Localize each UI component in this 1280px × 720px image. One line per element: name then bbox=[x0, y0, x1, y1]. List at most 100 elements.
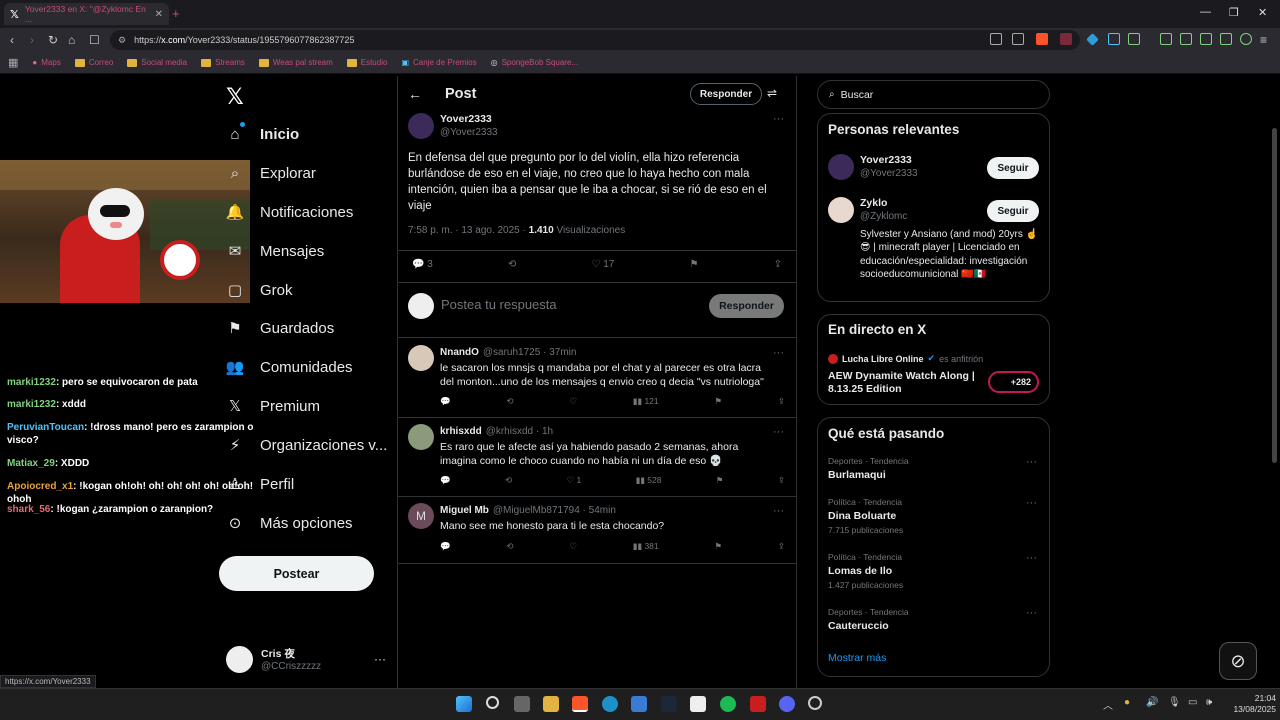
start-icon[interactable] bbox=[456, 696, 472, 712]
file-explorer-icon[interactable] bbox=[543, 696, 559, 712]
reply-action[interactable]: 💬 3 bbox=[412, 259, 433, 270]
extension-icon[interactable] bbox=[1128, 33, 1140, 45]
home-browser-icon[interactable]: ⌂ bbox=[68, 33, 75, 47]
menu-icon[interactable]: ≡ bbox=[1260, 33, 1267, 47]
views-icon[interactable]: ▮▮ 381 bbox=[633, 541, 659, 552]
back-arrow-icon[interactable]: ← bbox=[408, 86, 422, 102]
reply-author[interactable]: Miguel Mb bbox=[440, 505, 489, 516]
reply-author[interactable]: krhisxdd bbox=[440, 426, 482, 437]
bookmark-item[interactable]: Estudio bbox=[346, 58, 387, 67]
search-input[interactable]: ⌕ Buscar bbox=[817, 80, 1050, 109]
reply-icon[interactable]: 💬 bbox=[440, 396, 451, 407]
edge-icon[interactable] bbox=[602, 696, 618, 712]
brave-shields-icon[interactable] bbox=[1036, 33, 1048, 45]
bookmark-item[interactable]: Correo bbox=[74, 58, 113, 67]
minimize-icon[interactable]: — bbox=[1200, 6, 1211, 18]
app-icon[interactable] bbox=[750, 696, 766, 712]
reply-icon[interactable]: 💬 bbox=[440, 475, 451, 486]
steam-icon[interactable] bbox=[661, 696, 677, 712]
reload-icon[interactable]: ↻ bbox=[48, 33, 58, 47]
author-avatar[interactable] bbox=[408, 113, 434, 139]
browser-tab[interactable]: 𝕏 Yover2333 en X: "@Zyklomc En ... ✕ bbox=[4, 3, 169, 25]
avatar[interactable] bbox=[828, 197, 854, 223]
sidebar-icon[interactable] bbox=[1180, 33, 1192, 45]
maximize-icon[interactable]: ❐ bbox=[1229, 6, 1239, 19]
new-tab-icon[interactable]: + bbox=[172, 6, 180, 21]
live-event[interactable]: AEW Dynamite Watch Along | 8.13.25 Editi… bbox=[828, 370, 978, 396]
like-icon[interactable]: ♡ bbox=[569, 541, 577, 552]
store-icon[interactable] bbox=[690, 696, 706, 712]
like-action[interactable]: ♡ 17 bbox=[591, 259, 614, 270]
bookmark-item[interactable]: ◎ SpongeBob Square... bbox=[491, 58, 579, 67]
clock[interactable]: 21:04 13/08/2025 bbox=[1222, 693, 1276, 715]
reply-avatar[interactable]: M bbox=[408, 503, 434, 529]
bookmark-icon[interactable]: ⚑ bbox=[714, 541, 722, 552]
discord-icon[interactable] bbox=[779, 696, 795, 712]
vpn-icon[interactable] bbox=[1240, 33, 1252, 45]
repost-icon[interactable]: ⟲ bbox=[506, 541, 513, 552]
back-icon[interactable]: ‹ bbox=[10, 33, 14, 47]
trend-name[interactable]: Dina Boluarte bbox=[828, 510, 896, 522]
forward-icon[interactable]: › bbox=[30, 33, 34, 47]
views-icon[interactable]: ▮▮ 121 bbox=[633, 396, 659, 407]
reply-more-icon[interactable]: ··· bbox=[773, 347, 784, 359]
repost-icon[interactable]: ⟲ bbox=[506, 396, 513, 407]
author-handle[interactable]: @Yover2333 bbox=[440, 127, 498, 138]
like-icon[interactable]: ♡ bbox=[569, 396, 577, 407]
share-icon[interactable]: ⇪ bbox=[774, 259, 782, 270]
extension-icon[interactable] bbox=[1108, 33, 1120, 45]
reply-author[interactable]: NnandO bbox=[440, 347, 479, 358]
nav-item-m-s-opciones[interactable]: ⊙ Más opciones bbox=[226, 511, 353, 535]
nav-item-grok[interactable]: ▢ Grok bbox=[226, 278, 293, 302]
cast-icon[interactable] bbox=[990, 33, 1002, 45]
share-icon[interactable] bbox=[1012, 33, 1024, 45]
bookmark-item[interactable]: ▣ Canje de Premios bbox=[401, 58, 476, 67]
nav-item-premium[interactable]: 𝕏 Premium bbox=[226, 394, 320, 418]
post-more-icon[interactable]: ··· bbox=[773, 113, 784, 125]
show-more-link[interactable]: Mostrar más bbox=[828, 652, 886, 664]
bookmark-item[interactable]: ● Maps bbox=[32, 58, 60, 67]
avatar[interactable] bbox=[828, 154, 854, 180]
like-icon[interactable]: ♡ 1 bbox=[566, 475, 581, 486]
nav-item-inicio[interactable]: ⌂ Inicio bbox=[226, 122, 299, 146]
x-home-logo-icon[interactable]: 𝕏 bbox=[226, 84, 244, 110]
nav-item-mensajes[interactable]: ✉ Mensajes bbox=[226, 239, 325, 263]
leo-ai-icon[interactable] bbox=[1220, 33, 1232, 45]
reply-settings-icon[interactable]: ⇌ bbox=[767, 86, 777, 100]
views-icon[interactable]: ▮▮ 528 bbox=[636, 475, 662, 486]
speaker-icon[interactable]: 🕪 bbox=[1206, 697, 1212, 708]
reply-avatar[interactable] bbox=[408, 345, 434, 371]
apps-grid-icon[interactable]: ▦ bbox=[8, 56, 18, 69]
reply-submit-button[interactable]: Responder bbox=[709, 294, 784, 318]
network-icon[interactable]: ▭ bbox=[1188, 697, 1197, 708]
trend-name[interactable]: Lomas de Ilo bbox=[828, 565, 892, 577]
trend-more-icon[interactable]: ··· bbox=[1026, 456, 1037, 468]
music-ext-icon[interactable] bbox=[1160, 33, 1172, 45]
share-icon[interactable]: ⇪ bbox=[778, 541, 785, 552]
brave-taskbar-icon[interactable] bbox=[572, 696, 588, 712]
author-name[interactable]: Yover2333 bbox=[440, 113, 492, 125]
bookmark-item[interactable]: Weas pal stream bbox=[258, 58, 333, 67]
grok-fab-icon[interactable]: ⊘ bbox=[1219, 642, 1257, 680]
wallet-icon[interactable] bbox=[1200, 33, 1212, 45]
nav-item-notificaciones[interactable]: 🔔 Notificaciones bbox=[226, 200, 354, 224]
tray-app-icon[interactable]: ● bbox=[1124, 697, 1130, 708]
bookmark-page-icon[interactable]: ☐ bbox=[89, 33, 100, 47]
share-icon[interactable]: ⇪ bbox=[778, 396, 785, 407]
bookmark-item[interactable]: Streams bbox=[201, 58, 245, 67]
reply-more-icon[interactable]: ··· bbox=[773, 426, 784, 438]
bookmark-icon[interactable]: ⚑ bbox=[689, 259, 698, 270]
repost-icon[interactable]: ⟲ bbox=[505, 475, 512, 486]
bookmark-item[interactable]: Social media bbox=[127, 58, 187, 67]
tray-chevron-icon[interactable]: ︿ bbox=[1103, 697, 1113, 712]
reply-avatar[interactable] bbox=[408, 424, 434, 450]
nav-item-comunidades[interactable]: 👥 Comunidades bbox=[226, 355, 353, 379]
site-info-icon[interactable]: ⚙ bbox=[118, 35, 126, 46]
reply-header-button[interactable]: Responder bbox=[690, 83, 762, 105]
account-switcher[interactable]: Cris 夜 @CCriszzzzz ··· bbox=[226, 644, 386, 674]
person-name[interactable]: Zyklo bbox=[860, 197, 887, 209]
app-icon[interactable] bbox=[808, 696, 822, 710]
reply-more-icon[interactable]: ··· bbox=[773, 505, 784, 517]
nav-item-guardados[interactable]: ⚑ Guardados bbox=[226, 316, 334, 340]
brave-rewards-icon[interactable] bbox=[1060, 33, 1072, 45]
